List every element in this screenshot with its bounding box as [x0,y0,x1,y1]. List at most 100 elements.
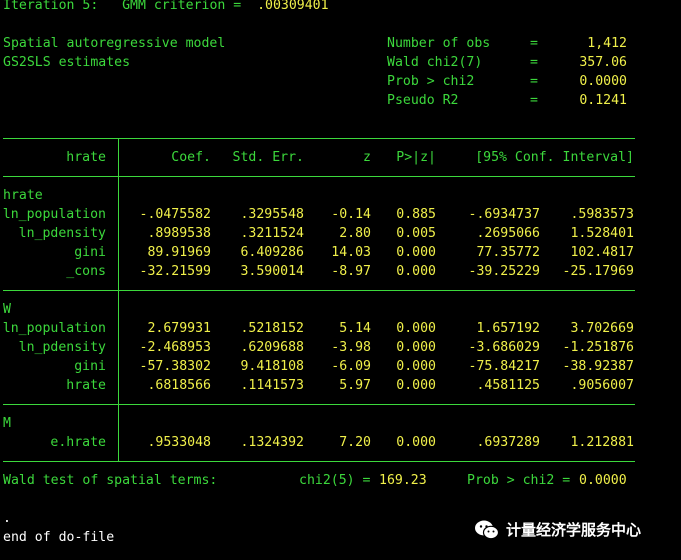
col-p-header: P>|z| [396,150,436,165]
row-coef: -32.21599 [139,264,211,279]
stat-label: Pseudo R2 [387,93,459,108]
model-title: Spatial autoregressive model [3,36,226,51]
row-ci-low: -3.686029 [468,340,540,355]
row-z: 7.20 [339,435,371,450]
row-coef: -2.468953 [139,340,211,355]
group-header: W [3,302,11,317]
row-std-err: .1324392 [240,435,304,450]
row-std-err: .5218152 [240,321,304,336]
stat-value: 1,412 [587,36,627,51]
row-p-value: 0.000 [396,378,436,393]
row-ci-high: -25.17969 [562,264,634,279]
row-z: -6.09 [331,359,371,374]
row-p-value: 0.005 [396,226,436,241]
row-variable: _cons [66,264,106,279]
stat-value: 0.1241 [579,93,627,108]
row-ci-high: .9056007 [570,378,634,393]
table-vertical-rule [118,138,119,462]
stat-equals: = [530,93,538,108]
row-coef: 89.91969 [147,245,211,260]
row-coef: -57.38302 [139,359,211,374]
row-z: -3.98 [331,340,371,355]
row-ci-high: 3.702669 [570,321,634,336]
row-ci-high: -1.251876 [562,340,634,355]
wald-prob-value: 0.0000 [579,473,627,488]
depvar-header: hrate [66,150,106,165]
row-p-value: 0.000 [396,321,436,336]
row-p-value: 0.000 [396,245,436,260]
row-std-err: 6.409286 [240,245,304,260]
criterion-value: .00309401 [257,0,329,13]
row-p-value: 0.885 [396,207,436,222]
table-top-rule [3,138,635,139]
row-variable: e.hrate [50,435,106,450]
row-ci-low: .4581125 [476,378,540,393]
row-std-err: .3211524 [240,226,304,241]
wechat-icon [475,520,500,540]
stat-label: Number of obs [387,36,491,51]
row-std-err: .3295548 [240,207,304,222]
row-coef: .9533048 [147,435,211,450]
stat-label: Prob > chi2 [387,74,475,89]
row-variable: ln_pdensity [18,226,106,241]
row-z: 5.97 [339,378,371,393]
col-se-header: Std. Err. [232,150,304,165]
row-variable: gini [74,245,106,260]
group-rule-1 [3,290,635,291]
table-row: gini 89.91969 6.409286 14.03 0.000 77.35772 10… [0,243,681,262]
row-ci-high: 102.4817 [570,245,634,260]
iteration-line: Iteration 5: GMM criterion = .00309401 [3,0,329,15]
table-row: hrate .6818566 .1141573 5.97 0.000 .4581125 .9… [0,376,681,395]
row-p-value: 0.000 [396,359,436,374]
stat-equals: = [530,36,538,51]
row-p-value: 0.000 [396,435,436,450]
row-ci-low: 1.657192 [476,321,540,336]
row-coef: 2.679931 [147,321,211,336]
row-coef: .6818566 [147,378,211,393]
end-of-dofile: end of do-file [3,530,115,545]
table-row: gini -57.38302 9.418108 -6.09 0.000 -75.84217… [0,357,681,376]
row-ci-low: .2695066 [476,226,540,241]
group-rule-2 [3,404,635,405]
col-ci-header: [95% Conf. Interval] [475,150,634,165]
row-std-err: 9.418108 [240,359,304,374]
row-ci-low: 77.35772 [476,245,540,260]
row-ci-low: -.6934737 [468,207,540,222]
table-row: e.hrate .9533048 .1324392 7.20 0.000 .6937289… [0,433,681,452]
stat-value: 0.0000 [579,74,627,89]
row-ci-high: 1.212881 [570,435,634,450]
row-z: -0.14 [331,207,371,222]
table-bottom-rule [3,461,635,462]
group-header: hrate [3,188,43,203]
row-std-err: .1141573 [240,378,304,393]
row-variable: gini [74,359,106,374]
row-std-err: .6209688 [240,340,304,355]
watermark: 计量经济学服务中心 [474,519,641,541]
row-variable: hrate [66,378,106,393]
row-z: -8.97 [331,264,371,279]
row-p-value: 0.000 [396,264,436,279]
row-ci-high: -38.92387 [562,359,634,374]
wald-prob-label: Prob > chi2 = [467,473,571,488]
table-row: ln_pdensity .8989538 .3211524 2.80 0.005 .269… [0,224,681,243]
table-row: ln_population 2.679931 .5218152 5.14 0.000 1.… [0,319,681,338]
stat-equals: = [530,55,538,70]
row-coef: .8989538 [147,226,211,241]
row-p-value: 0.000 [396,340,436,355]
row-ci-high: 1.528401 [570,226,634,241]
iteration-label: Iteration 5: [3,0,99,13]
row-variable: ln_population [2,321,106,336]
table-row: _cons -32.21599 3.590014 -8.97 0.000 -39.2522… [0,262,681,281]
header-rule [3,176,635,177]
row-z: 2.80 [339,226,371,241]
watermark-text: 计量经济学服务中心 [506,520,642,539]
group-header: M [3,416,11,431]
prompt-dot: . [3,511,11,526]
row-std-err: 3.590014 [240,264,304,279]
row-z: 14.03 [331,245,371,260]
row-variable: ln_population [2,207,106,222]
wald-label: Wald test of spatial terms: [3,473,218,488]
table-row: ln_pdensity -2.468953 .6209688 -3.98 0.000 -3… [0,338,681,357]
criterion-label: GMM criterion = [122,0,242,13]
model-estimator: GS2SLS estimates [3,55,131,70]
